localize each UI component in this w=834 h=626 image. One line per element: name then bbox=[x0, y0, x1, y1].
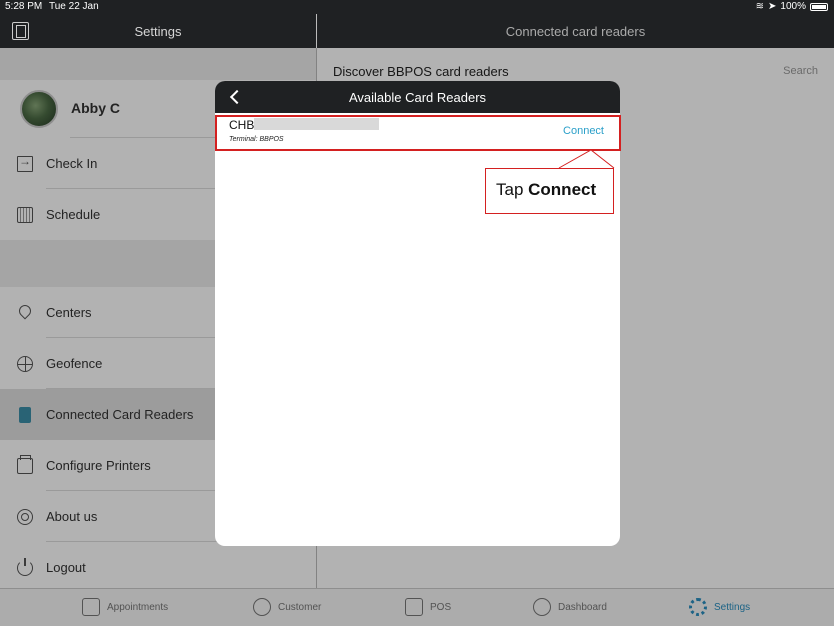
modal-header: Available Card Readers bbox=[215, 81, 620, 113]
battery-icon bbox=[810, 2, 828, 11]
status-date: Tue 22 Jan bbox=[49, 1, 99, 12]
location-icon: ➤ bbox=[768, 1, 777, 12]
battery-percent: 100% bbox=[780, 1, 806, 12]
status-bar: 5:28 PM Tue 22 Jan ≋ ➤ 100% bbox=[0, 0, 834, 14]
highlight-box bbox=[215, 115, 621, 151]
instruction-callout: Tap Connect bbox=[485, 168, 614, 214]
status-right: ≋ ➤ 100% bbox=[756, 1, 828, 12]
callout-emphasis: Connect bbox=[528, 180, 597, 199]
status-time: 5:28 PM bbox=[5, 1, 43, 12]
wifi-icon: ≋ bbox=[755, 1, 765, 12]
callout-text: Tap bbox=[496, 180, 529, 199]
detail-title: Connected card readers bbox=[505, 24, 646, 39]
settings-title: Settings bbox=[134, 24, 182, 39]
modal-title: Available Card Readers bbox=[348, 90, 487, 105]
detail-header: Connected card readers bbox=[317, 14, 834, 48]
settings-header: Settings bbox=[0, 14, 316, 48]
